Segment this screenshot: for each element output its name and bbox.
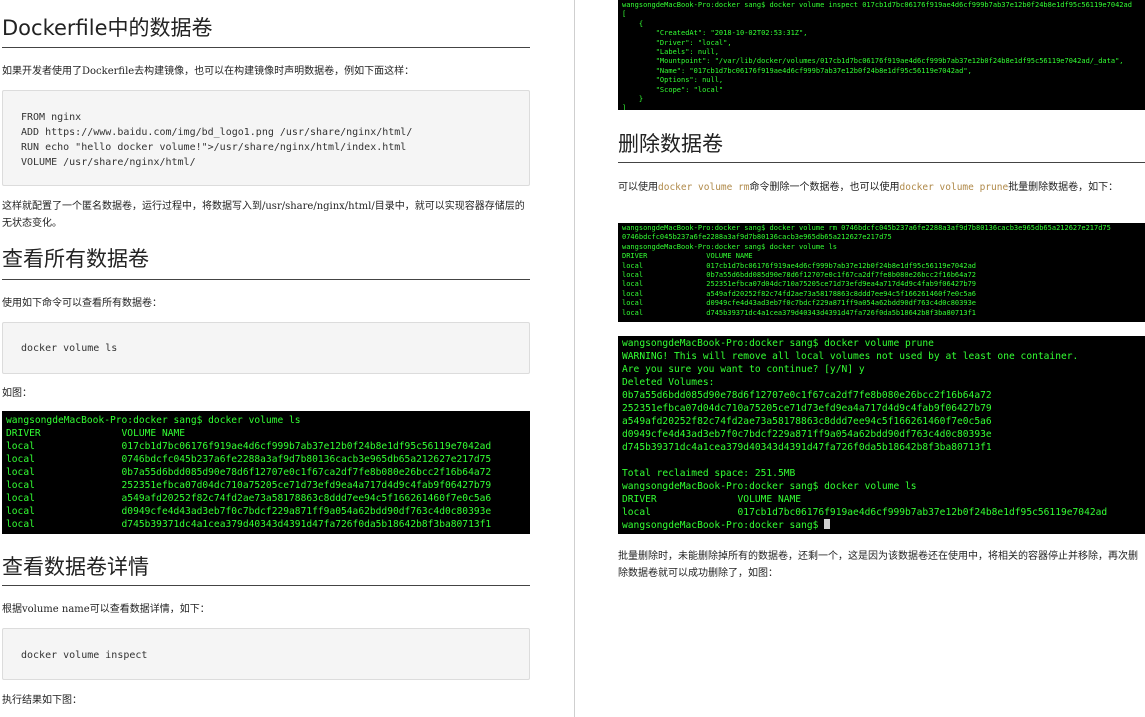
- left-page: Dockerfile中的数据卷 如果开发者使用了Dockerfile去构建镜像，…: [0, 0, 530, 717]
- heading-rule: [2, 279, 530, 280]
- terminal-cursor-icon: [824, 519, 831, 529]
- terminal-output-prune-text: wangsongdeMacBook-Pro:docker sang$ docke…: [622, 338, 1108, 531]
- delete-text-3: 批量删除数据卷，如下：: [1008, 182, 1119, 193]
- terminal-output-rm: wangsongdeMacBook-Pro:docker sang$ docke…: [622, 224, 1111, 317]
- inline-code-prune: docker volume prune: [899, 182, 1009, 193]
- terminal-volume-inspect: wangsongdeMacBook-Pro:docker sang$ docke…: [618, 0, 1145, 110]
- code-dockerfile: FROM nginx ADD https://www.baidu.com/img…: [21, 112, 413, 168]
- heading-rule: [2, 585, 530, 586]
- right-page: wangsongdeMacBook-Pro:docker sang$ docke…: [618, 0, 1145, 717]
- heading-list-volumes: 查看所有数据卷: [2, 247, 149, 271]
- terminal-output-inspect: wangsongdeMacBook-Pro:docker sang$ docke…: [622, 1, 1132, 110]
- paragraph-after-prune: 批量删除时，未能删除掉所有的数据卷，还剩一个，这是因为该数据卷还在使用中，将相关…: [618, 551, 1138, 579]
- paragraph-dockerfile-intro: 如果开发者使用了Dockerfile去构建镜像，也可以在构建镜像时声明数据卷，例…: [2, 66, 415, 77]
- terminal-volume-ls: wangsongdeMacBook-Pro:docker sang$ docke…: [2, 411, 530, 534]
- paragraph-figure-label: 如图：: [2, 388, 32, 399]
- code-block-dockerfile[interactable]: FROM nginx ADD https://www.baidu.com/img…: [2, 90, 530, 186]
- heading-rule: [618, 162, 1145, 163]
- paragraph-anonymous-volume: 这样就配置了一个匿名数据卷，运行过程中，将数据写入到/usr/share/ngi…: [2, 201, 525, 229]
- delete-text-2: 命令删除一个数据卷，也可以使用: [749, 182, 900, 193]
- paragraph-delete-intro: 可以使用docker volume rm命令删除一个数据卷，也可以使用docke…: [618, 179, 1145, 196]
- paragraph-inspect-intro: 根据volume name可以查看数据详情，如下：: [2, 604, 210, 615]
- terminal-volume-prune: wangsongdeMacBook-Pro:docker sang$ docke…: [618, 336, 1145, 534]
- code-block-volume-inspect[interactable]: docker volume inspect: [2, 628, 530, 680]
- inline-code-rm: docker volume rm: [658, 182, 750, 193]
- heading-delete-volume: 删除数据卷: [618, 132, 723, 156]
- delete-text-1: 可以使用: [618, 182, 658, 193]
- code-volume-ls: docker volume ls: [21, 343, 118, 354]
- paragraph-result-label: 执行结果如下图：: [2, 695, 82, 706]
- heading-dockerfile-volume: Dockerfile中的数据卷: [2, 16, 213, 40]
- code-block-volume-ls[interactable]: docker volume ls: [2, 322, 530, 374]
- page-divider: [574, 0, 575, 717]
- terminal-volume-rm: wangsongdeMacBook-Pro:docker sang$ docke…: [618, 223, 1145, 322]
- heading-rule: [2, 47, 530, 48]
- paragraph-list-intro: 使用如下命令可以查看所有数据卷：: [2, 298, 162, 309]
- heading-inspect-volume: 查看数据卷详情: [2, 555, 149, 579]
- terminal-output-prune: wangsongdeMacBook-Pro:docker sang$ docke…: [622, 337, 1145, 532]
- terminal-output-ls: wangsongdeMacBook-Pro:docker sang$ docke…: [6, 415, 492, 530]
- code-volume-inspect: docker volume inspect: [21, 650, 148, 661]
